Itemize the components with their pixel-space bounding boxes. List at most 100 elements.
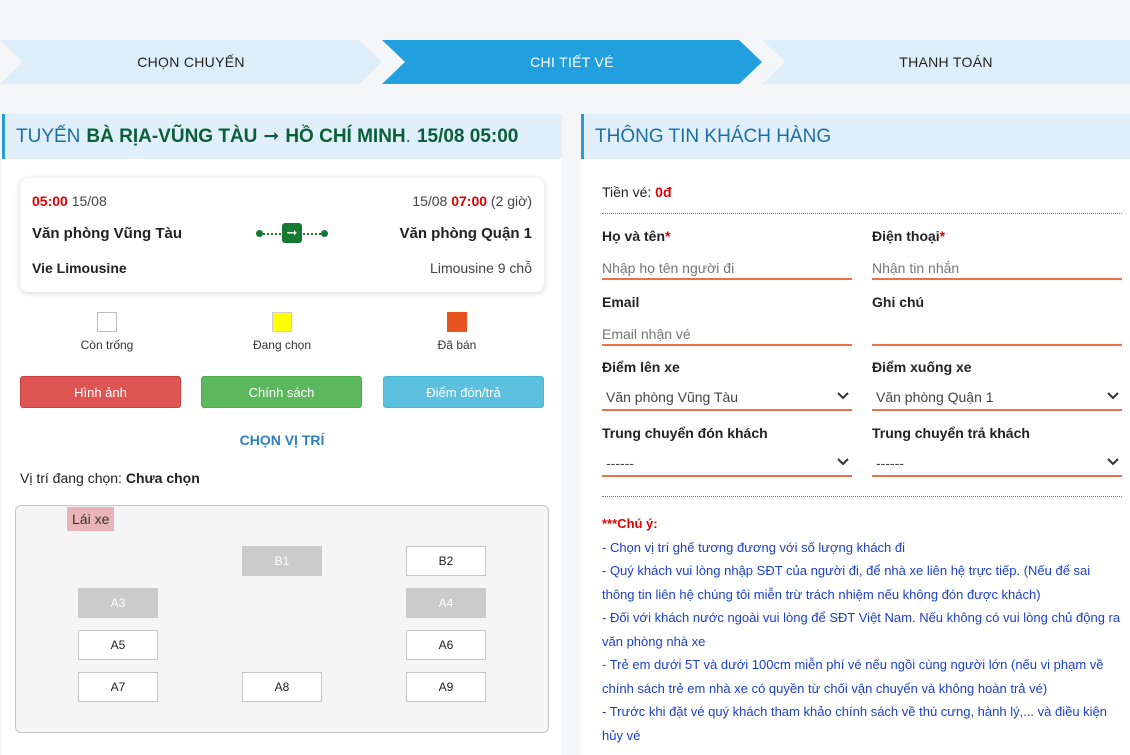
legend-empty: Còn trống — [47, 312, 167, 352]
ticket-price: Tiền vé: 0đ — [602, 184, 672, 200]
route-destination: HỒ CHÍ MINH — [285, 125, 406, 147]
legend-empty-label: Còn trống — [80, 338, 134, 352]
route-arrow-icon: ➞ — [263, 126, 280, 147]
transfer-pickup-value: ------ — [606, 455, 634, 471]
name-field: Họ và tên* — [602, 228, 852, 280]
email-label: Email — [602, 294, 640, 310]
price-label: Tiền vé: — [602, 184, 652, 200]
seat-a4[interactable]: A4 — [406, 588, 486, 618]
seat-a7[interactable]: A7 — [78, 672, 158, 702]
chevron-down-icon — [1107, 458, 1119, 466]
driver-seat: Lái xe — [67, 507, 115, 531]
images-button[interactable]: Hình ảnh — [20, 376, 181, 408]
price-value: 0đ — [655, 184, 672, 200]
email-input[interactable] — [602, 320, 852, 346]
notes-title: ***Chú ý: — [602, 516, 658, 531]
legend-selecting: Đang chọn — [222, 312, 342, 352]
arrival-time: 07:00 — [451, 193, 488, 209]
name-input[interactable] — [602, 254, 852, 280]
seat-map: Lái xe B1 B2 A3 A4 A5 A6 A7 A8 A9 — [15, 505, 549, 733]
note-input[interactable] — [872, 320, 1122, 346]
transfer-pickup-label: Trung chuyển đón khách — [602, 425, 768, 441]
trip-times-row: 05:00 15/08 15/08 07:00 (2 giờ) — [32, 193, 532, 209]
note-item: - Quý khách vui lòng nhập SĐT của người … — [602, 563, 1091, 602]
route-origin: BÀ RỊA-VŨNG TÀU — [86, 125, 258, 147]
note-item: - Trẻ em dưới 5T và dưới 100cm miễn phí … — [602, 657, 1104, 696]
step-choose-trip[interactable]: CHỌN CHUYẾN — [0, 40, 382, 84]
route-separator: . — [405, 125, 411, 147]
step-payment[interactable]: THANH TOÁN — [762, 40, 1130, 84]
trip-card: 05:00 15/08 15/08 07:00 (2 giờ) Văn phòn… — [20, 178, 544, 292]
seat-a9[interactable]: A9 — [406, 672, 486, 702]
chevron-down-icon — [1107, 392, 1119, 400]
phone-field: Điện thoại* — [872, 228, 1122, 280]
legend-sold-label: Đã bán — [437, 338, 477, 352]
transfer-pickup-field: Trung chuyển đón khách ------ — [602, 425, 852, 477]
legend-empty-swatch — [97, 312, 117, 332]
notes: ***Chú ý: - Chọn vị trí ghế tương đương … — [602, 512, 1122, 747]
legend-selecting-label: Đang chọn — [252, 338, 312, 352]
name-label: Họ và tên* — [602, 228, 671, 244]
note-item: - Trước khi đặt vé quý khách tham khảo c… — [602, 704, 1108, 743]
transfer-dropoff-label: Trung chuyển trả khách — [872, 425, 1030, 441]
route-datetime: 15/08 05:00 — [416, 125, 519, 147]
current-seat: Vị trí đang chọn: Chưa chọn — [20, 470, 200, 486]
note-label: Ghi chú — [872, 294, 925, 310]
arrival: 15/08 07:00 (2 giờ) — [412, 193, 532, 209]
route-header: TUYẾN BÀ RỊA-VŨNG TÀU ➞ HỒ CHÍ MINH . 15… — [2, 114, 562, 159]
departure: 05:00 15/08 — [32, 193, 107, 209]
trip-route-line: ➞ — [256, 222, 328, 246]
current-seat-label: Vị trí đang chọn: — [20, 470, 122, 486]
transfer-dropoff-select[interactable]: ------ — [872, 451, 1122, 477]
phone-label: Điện thoại* — [872, 228, 946, 244]
trip-operator-row: Vie Limousine Limousine 9 chỗ — [32, 260, 532, 276]
operator-name: Vie Limousine — [32, 260, 127, 276]
pickup-label: Điểm lên xe — [602, 359, 680, 375]
seat-a3[interactable]: A3 — [78, 588, 158, 618]
destination-station: Văn phòng Quận 1 — [399, 225, 532, 242]
vehicle-type: Limousine 9 chỗ — [430, 260, 532, 276]
departure-date: 15/08 — [71, 193, 107, 209]
seat-a6[interactable]: A6 — [406, 630, 486, 660]
seat-legend: Còn trống Đang chọn Đã bán — [2, 312, 562, 354]
customer-panel: THÔNG TIN KHÁCH HÀNG Tiền vé: 0đ Họ và t… — [581, 114, 1130, 755]
policy-button[interactable]: Chính sách — [201, 376, 362, 408]
note-item: - Đối với khách nước ngoài vui lòng để S… — [602, 610, 1121, 649]
transfer-dropoff-value: ------ — [876, 455, 904, 471]
trip-duration: (2 giờ) — [490, 193, 532, 209]
route-prefix: TUYẾN — [16, 125, 81, 147]
seat-b2[interactable]: B2 — [406, 546, 486, 576]
step-ticket-details[interactable]: CHI TIẾT VÉ — [382, 40, 762, 84]
seat-b1[interactable]: B1 — [242, 546, 322, 576]
divider — [602, 496, 1122, 497]
dropoff-selected-value: Văn phòng Quận 1 — [876, 389, 994, 405]
pickup-selected-value: Văn phòng Vũng Tàu — [606, 389, 739, 405]
arrival-date: 15/08 — [412, 193, 448, 209]
bus-arrow-icon: ➞ — [282, 223, 302, 243]
pickup-select[interactable]: Văn phòng Vũng Tàu — [602, 385, 852, 411]
phone-input[interactable] — [872, 254, 1122, 280]
customer-header: THÔNG TIN KHÁCH HÀNG — [581, 114, 1130, 159]
pickup-field: Điểm lên xe Văn phòng Vũng Tàu — [602, 359, 852, 411]
note-item: - Chọn vị trí ghế tương đương với số lượ… — [602, 539, 906, 555]
transfer-pickup-select[interactable]: ------ — [602, 451, 852, 477]
dropoff-label: Điểm xuống xe — [872, 359, 972, 375]
dropoff-select[interactable]: Văn phòng Quận 1 — [872, 385, 1122, 411]
origin-station: Văn phòng Vũng Tàu — [32, 225, 182, 242]
seat-a5[interactable]: A5 — [78, 630, 158, 660]
current-seat-value: Chưa chọn — [125, 470, 200, 486]
email-field: Email — [602, 294, 852, 346]
seat-a8[interactable]: A8 — [242, 672, 322, 702]
route-start-dot — [256, 230, 263, 237]
legend-selecting-swatch — [272, 312, 292, 332]
departure-time: 05:00 — [32, 193, 68, 209]
chevron-down-icon — [837, 458, 849, 466]
note-field: Ghi chú — [872, 294, 1122, 346]
chevron-down-icon — [837, 392, 849, 400]
choose-seat-heading: CHỌN VỊ TRÍ — [239, 432, 325, 448]
trip-panel: TUYẾN BÀ RỊA-VŨNG TÀU ➞ HỒ CHÍ MINH . 15… — [2, 114, 562, 755]
route-end-dot — [321, 230, 328, 237]
pickup-points-button[interactable]: Điểm đón/trả — [383, 376, 544, 408]
booking-steps: CHỌN CHUYẾN CHI TIẾT VÉ THANH TOÁN — [0, 40, 1130, 84]
legend-sold: Đã bán — [397, 312, 517, 352]
